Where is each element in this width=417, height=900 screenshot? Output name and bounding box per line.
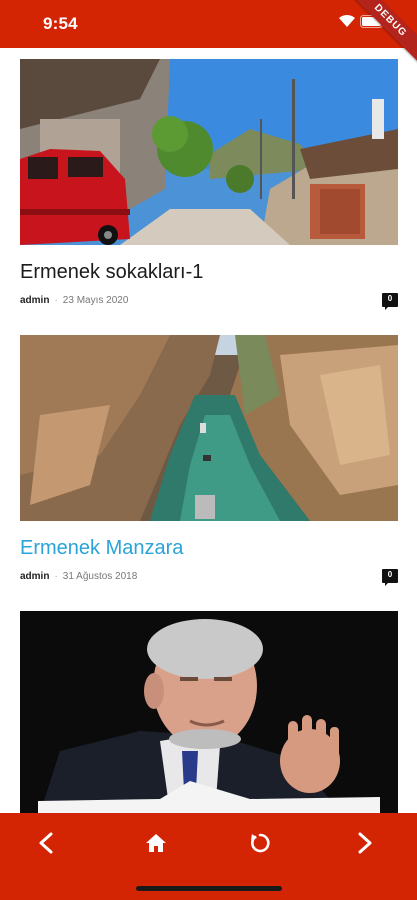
post-card[interactable]: Ermenek Manzara admin · 31 Ağustos 2018 0 bbox=[20, 335, 398, 589]
home-button[interactable] bbox=[136, 825, 176, 865]
post-title[interactable]: Ermenek Manzara bbox=[20, 537, 398, 563]
post-meta: admin · 23 Mayıs 2020 0 bbox=[20, 293, 398, 313]
post-image-canyon[interactable] bbox=[20, 335, 398, 521]
post-author: admin bbox=[20, 295, 50, 306]
status-time: 9:54 bbox=[43, 14, 78, 33]
home-indicator[interactable] bbox=[136, 886, 282, 891]
forward-button[interactable] bbox=[345, 825, 385, 865]
forward-icon bbox=[356, 832, 374, 859]
post-date: 31 Ağustos 2018 bbox=[62, 571, 138, 582]
post-author: admin bbox=[20, 571, 50, 582]
post-card[interactable]: Ermenek sokakları-1 admin · 23 Mayıs 2020 … bbox=[20, 59, 398, 313]
post-image-portrait[interactable] bbox=[20, 611, 398, 813]
back-icon bbox=[37, 832, 55, 859]
wifi-icon bbox=[338, 14, 356, 33]
refresh-button[interactable] bbox=[240, 825, 280, 865]
post-title[interactable]: Ermenek sokakları-1 bbox=[20, 261, 398, 287]
post-image-street[interactable] bbox=[20, 59, 398, 245]
comment-count-badge[interactable]: 0 bbox=[382, 293, 398, 310]
meta-separator: · bbox=[54, 571, 58, 582]
status-bar: 9:54 DEBUG bbox=[0, 0, 417, 67]
post-list[interactable]: Ermenek sokakları-1 admin · 23 Mayıs 2020 … bbox=[0, 48, 417, 813]
meta-separator: · bbox=[54, 295, 58, 306]
post-meta: admin · 31 Ağustos 2018 0 bbox=[20, 569, 398, 589]
post-date: 23 Mayıs 2020 bbox=[62, 295, 129, 306]
post-card[interactable] bbox=[20, 611, 398, 813]
comment-count-badge[interactable]: 0 bbox=[382, 569, 398, 586]
home-icon bbox=[145, 833, 167, 858]
refresh-icon bbox=[249, 832, 271, 859]
back-button[interactable] bbox=[26, 825, 66, 865]
